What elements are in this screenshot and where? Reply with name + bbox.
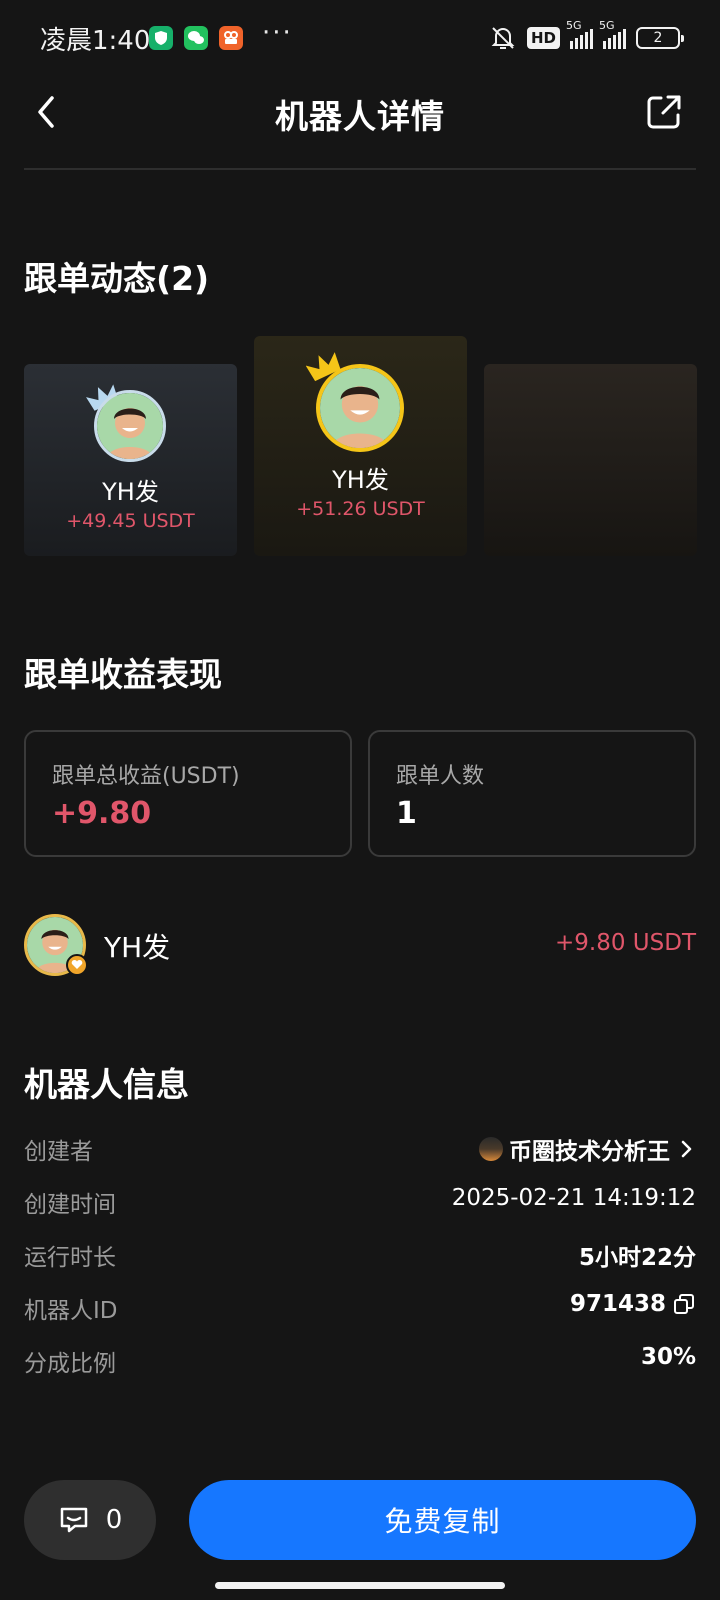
robot-id-value: 971438 <box>570 1291 696 1317</box>
created-time-value: 2025-02-21 14:19:12 <box>451 1185 696 1211</box>
creator-label: 创建者 <box>24 1139 93 1165</box>
follower-profit: +49.45 USDT <box>66 510 195 532</box>
shield-app-icon <box>149 26 173 50</box>
follow-card-gold[interactable]: YH发 +51.26 USDT <box>254 336 467 556</box>
share-ratio-label: 分成比例 <box>24 1351 116 1377</box>
status-time: 凌晨1:40 <box>40 26 151 56</box>
creator-avatar <box>479 1137 503 1161</box>
total-profit-value: +9.80 <box>52 796 152 831</box>
total-profit-label: 跟单总收益(USDT) <box>52 764 240 789</box>
runtime-row: 运行时长 5小时22分 <box>24 1238 696 1278</box>
copy-icon[interactable] <box>672 1292 696 1316</box>
creator-value[interactable]: 币圈技术分析王 <box>479 1132 696 1166</box>
follower-profit: +51.26 USDT <box>296 498 425 520</box>
robot-id-text: 971438 <box>569 1291 666 1317</box>
runtime-label: 运行时长 <box>24 1245 116 1271</box>
more-notifications-indicator: ··· <box>262 18 293 48</box>
hd-badge: HD <box>526 27 560 49</box>
chevron-right-icon <box>681 1140 692 1158</box>
battery-icon: 2 <box>636 27 684 49</box>
creator-name: 币圈技术分析王 <box>509 1139 670 1165</box>
avatar <box>94 390 166 462</box>
wechat-app-icon <box>184 26 208 50</box>
nav-bar: 机器人详情 <box>0 78 720 168</box>
share-ratio-row: 分成比例 30% <box>24 1344 696 1384</box>
comment-icon <box>60 1507 87 1533</box>
robot-id-label: 机器人ID <box>24 1298 118 1324</box>
runtime-value: 5小时22分 <box>578 1245 696 1271</box>
status-bar: 凌晨1:40 ··· HD 5G 5G 2 <box>0 0 720 78</box>
follower-count-value: 1 <box>396 796 417 831</box>
share-button[interactable] <box>644 92 684 132</box>
video-app-icon <box>219 26 243 50</box>
follower-row-profit: +9.80 USDT <box>555 930 696 956</box>
share-ratio-value: 30% <box>640 1344 696 1370</box>
status-indicators: HD 5G 5G 2 <box>489 19 684 54</box>
home-indicator[interactable] <box>215 1582 505 1589</box>
signal-2-icon: 5G <box>599 19 626 49</box>
created-time-label: 创建时间 <box>24 1192 116 1218</box>
follower-name: YH发 <box>102 478 159 506</box>
robot-id-row: 机器人ID 971438 <box>24 1291 696 1331</box>
avatar <box>316 364 404 452</box>
follower-name: YH发 <box>332 466 389 494</box>
comment-button[interactable]: 0 <box>24 1480 156 1560</box>
comment-count: 0 <box>105 1505 123 1535</box>
page-title: 机器人详情 <box>275 97 445 136</box>
follower-count-label: 跟单人数 <box>396 764 485 789</box>
follower-count-box: 跟单人数 1 <box>368 730 696 857</box>
follow-card-silver[interactable]: YH发 +49.45 USDT <box>24 364 237 556</box>
robot-info-title: 机器人信息 <box>24 1065 189 1104</box>
nav-divider <box>24 168 696 170</box>
follow-section-title: 跟单动态(2) <box>24 259 210 298</box>
follower-row-name[interactable]: YH发 <box>104 926 170 966</box>
total-profit-box: 跟单总收益(USDT) +9.80 <box>24 730 352 857</box>
bell-muted-icon <box>491 27 515 49</box>
free-copy-button[interactable]: 免费复制 <box>189 1480 696 1560</box>
follow-card-empty <box>484 364 697 556</box>
performance-section-title: 跟单收益表现 <box>24 655 222 694</box>
signal-1-icon: 5G <box>566 19 593 49</box>
creator-row[interactable]: 创建者 币圈技术分析王 <box>24 1132 696 1172</box>
created-time-row: 创建时间 2025-02-21 14:19:12 <box>24 1185 696 1225</box>
vip-badge-icon <box>66 954 88 976</box>
share-icon <box>647 95 681 129</box>
